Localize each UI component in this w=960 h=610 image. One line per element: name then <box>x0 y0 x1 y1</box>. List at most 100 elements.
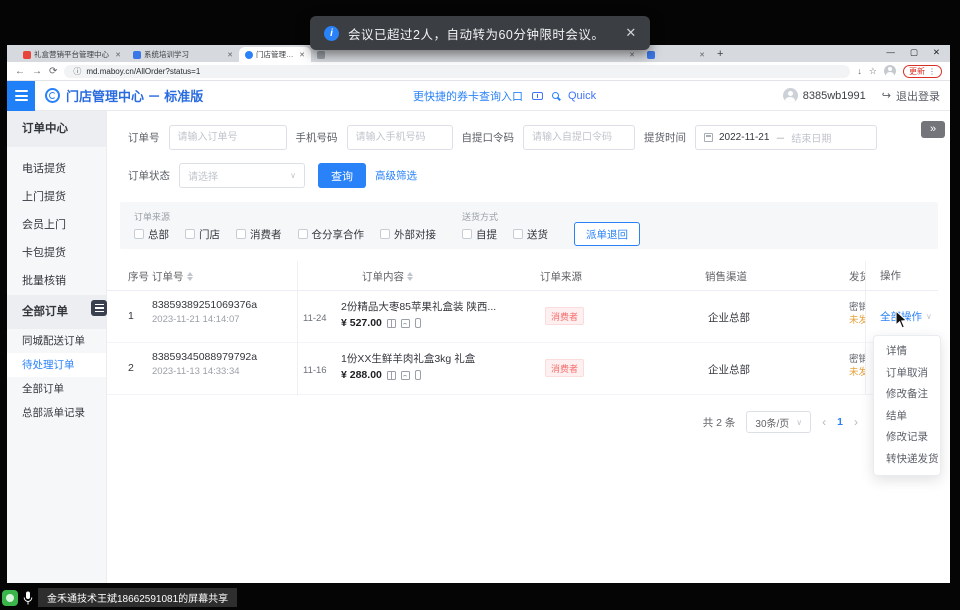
menu-item-edit-history[interactable]: 修改记录 <box>874 427 940 449</box>
next-page-button[interactable]: › <box>854 415 858 429</box>
close-icon[interactable]: ✕ <box>625 25 636 41</box>
table-row[interactable]: 1 83859389251069376a 2023-11-21 14:14:07… <box>107 291 938 343</box>
checkbox-icon[interactable] <box>236 229 246 239</box>
screen-share-label: 金禾通技术王斌18662591081的屏幕共享 <box>38 588 237 607</box>
checkbox-icon[interactable] <box>185 229 195 239</box>
advanced-filter-link[interactable]: 高级筛选 <box>375 168 417 183</box>
checkbox-icon[interactable] <box>380 229 390 239</box>
bookmark-star-icon[interactable]: ☆ <box>869 66 877 77</box>
tab-close-icon[interactable]: ✕ <box>629 51 635 59</box>
browser-tab-2[interactable]: 系统培训学习 ✕ <box>127 47 239 62</box>
tab-close-icon[interactable]: ✕ <box>699 51 705 59</box>
hamburger-menu-icon[interactable] <box>7 81 35 111</box>
sidebar-group-order-center[interactable]: 订单中心 <box>7 111 106 147</box>
order-source-group: 订单来源 总部 门店 消费者 仓分享合作 外部对接 <box>134 210 436 242</box>
checkbox-hq[interactable]: 总部 <box>134 227 169 242</box>
window-minimize-icon[interactable]: — <box>886 47 895 58</box>
checkbox-store[interactable]: 门店 <box>185 227 220 242</box>
query-button[interactable]: 查询 <box>318 163 366 188</box>
sidebar-item-member-visit[interactable]: 会员上门 <box>7 211 106 239</box>
logout-button[interactable]: ↪ 退出登录 <box>882 88 940 104</box>
sidebar-item-door-pickup[interactable]: 上门提货 <box>7 183 106 211</box>
reload-icon[interactable]: ⟳ <box>49 66 57 77</box>
menu-item-cancel-order[interactable]: 订单取消 <box>874 363 940 385</box>
phone-input[interactable] <box>347 125 453 150</box>
price-line: ¥ 288.00 <box>341 369 533 381</box>
sort-icon[interactable] <box>187 272 193 282</box>
user-chip[interactable]: 8385wb1991 <box>783 88 866 103</box>
source-tag: 消费者 <box>545 307 584 325</box>
info-icon: i <box>324 26 339 41</box>
date-end-placeholder[interactable]: 结束日期 <box>791 130 831 145</box>
coupon-icon <box>532 92 543 100</box>
sidebar-item-batch-verify[interactable]: 批量核销 <box>7 267 106 295</box>
checkbox-icon[interactable] <box>134 229 144 239</box>
sidebar-item-city-delivery-orders[interactable]: 同城配送订单 <box>7 329 106 353</box>
forward-icon[interactable]: → <box>32 66 42 77</box>
date-range-picker[interactable]: 2022-11-21 － 结束日期 <box>695 125 877 150</box>
menu-item-edit-note[interactable]: 修改备注 <box>874 384 940 406</box>
browser-tab-active[interactable]: 门店管理中心 ✕ <box>239 47 311 62</box>
browser-profile-avatar[interactable] <box>884 65 896 77</box>
prev-page-button[interactable]: ‹ <box>822 415 826 429</box>
price-line: ¥ 527.00 <box>341 317 533 329</box>
search-icon[interactable] <box>552 92 559 99</box>
app-edition: 标准版 <box>164 89 203 104</box>
quick-card-entry-link[interactable]: 更快捷的券卡查询入口 <box>413 88 523 104</box>
source-filter-panel: 订单来源 总部 门店 消费者 仓分享合作 外部对接 送货方式 自提 <box>120 202 938 249</box>
order-status-select[interactable]: 请选择 ∨ <box>179 163 305 188</box>
tab-close-icon[interactable]: ✕ <box>227 51 233 59</box>
checkbox-warehouse-share[interactable]: 仓分享合作 <box>298 227 365 242</box>
download-icon[interactable]: ↓ <box>857 66 862 76</box>
sidebar-item-card-pickup[interactable]: 卡包提货 <box>7 239 106 267</box>
menu-handle-icon[interactable] <box>91 300 107 316</box>
col-header-content[interactable]: 订单内容 <box>362 269 413 284</box>
sidebar-item-all-orders[interactable]: 全部订单 <box>7 377 106 401</box>
menu-item-settle[interactable]: 结单 <box>874 406 940 428</box>
window-maximize-icon[interactable]: ▢ <box>910 47 918 58</box>
address-bar[interactable]: ⓘ md.maboy.cn/AllOrder?status=1 <box>64 65 850 78</box>
checkbox-icon[interactable] <box>513 229 523 239</box>
table-row[interactable]: 2 83859345088979792a 2023-11-13 14:33:34… <box>107 343 938 395</box>
order-no-input[interactable] <box>169 125 287 150</box>
phone-icon <box>415 318 421 328</box>
sidebar-item-hq-dispatch-records[interactable]: 总部派单记录 <box>7 401 106 425</box>
dispatch-return-button[interactable]: 派单退回 <box>574 222 640 246</box>
tab-favicon-icon <box>133 51 141 59</box>
checkbox-external[interactable]: 外部对接 <box>380 227 436 242</box>
menu-item-details[interactable]: 详情 <box>874 341 940 363</box>
app-title-text: 门店管理中心 <box>66 89 144 104</box>
collapse-panel-button[interactable]: » <box>921 121 945 138</box>
browser-tab-5[interactable]: ✕ <box>641 47 711 62</box>
checkbox-icon[interactable] <box>462 229 472 239</box>
checkbox-icon[interactable] <box>298 229 308 239</box>
page-size-select[interactable]: 30条/页 ∨ <box>746 411 811 433</box>
browser-menu-icon[interactable]: ⋮ <box>928 67 936 76</box>
new-tab-button[interactable]: + <box>717 48 723 60</box>
quick-search-link[interactable]: Quick <box>568 90 596 102</box>
checkbox-self-pickup[interactable]: 自提 <box>462 227 497 242</box>
date-start-value[interactable]: 2022-11-21 <box>719 132 769 143</box>
checkbox-label: 总部 <box>148 227 169 242</box>
checkbox-delivery[interactable]: 送货 <box>513 227 548 242</box>
logout-icon: ↪ <box>882 89 891 102</box>
tab-close-icon[interactable]: ✕ <box>115 51 121 59</box>
sidebar-item-pending-orders[interactable]: 待处理订单 <box>7 353 106 377</box>
sidebar-item-phone-pickup[interactable]: 电话提货 <box>7 155 106 183</box>
pickup-time-label: 提货时间 <box>644 130 686 145</box>
site-info-icon[interactable]: ⓘ <box>73 66 81 77</box>
browser-update-button[interactable]: 更新 ⋮ <box>903 65 942 78</box>
browser-tab-1[interactable]: 礼盒营销平台管理中心 ✕ <box>17 47 127 62</box>
chevron-down-icon[interactable]: ∨ <box>926 312 932 321</box>
pickup-code-input[interactable] <box>523 125 635 150</box>
window-close-icon[interactable]: ✕ <box>933 47 940 58</box>
filter-row-2: 订单状态 请选择 ∨ 查询 高级筛选 <box>128 163 950 188</box>
order-price: ¥ 288.00 <box>341 369 382 381</box>
back-icon[interactable]: ← <box>15 66 25 77</box>
col-header-order-no[interactable]: 订单号 <box>152 269 193 284</box>
tab-close-icon[interactable]: ✕ <box>299 51 305 59</box>
menu-item-express-ship[interactable]: 转快递发货 <box>874 449 940 471</box>
checkbox-consumer[interactable]: 消费者 <box>236 227 282 242</box>
sort-icon[interactable] <box>407 272 413 282</box>
current-page[interactable]: 1 <box>837 416 843 428</box>
